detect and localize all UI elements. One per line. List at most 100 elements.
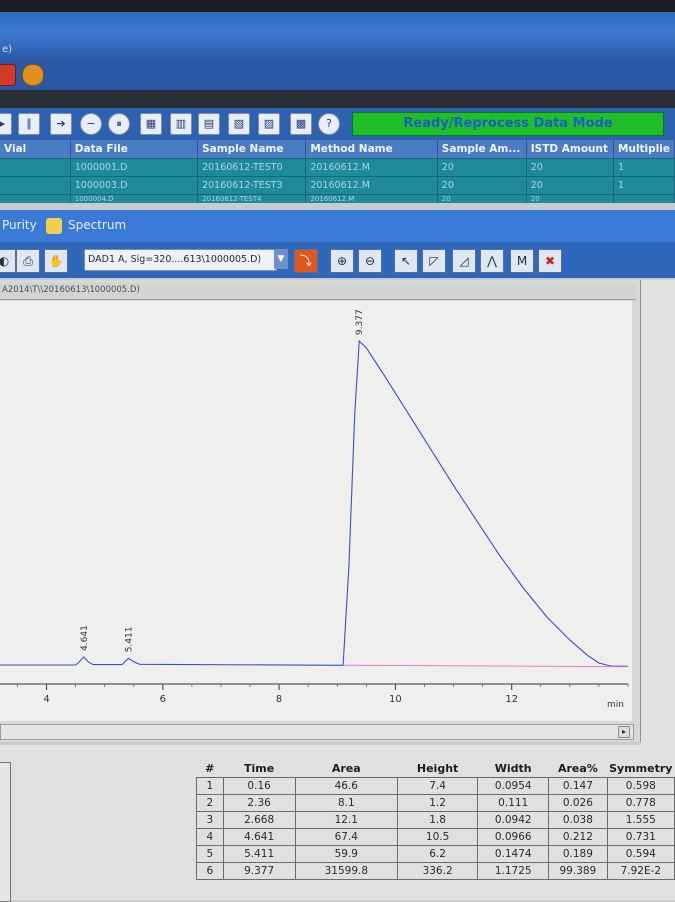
cell[interactable]: 20 bbox=[526, 194, 615, 203]
table-row[interactable]: 1 0.16 46.6 7.4 0.0954 0.147 0.598 bbox=[196, 777, 675, 795]
col-height: Height bbox=[397, 760, 478, 778]
cell[interactable]: 20 bbox=[437, 194, 527, 203]
cell[interactable]: 20 bbox=[526, 176, 615, 195]
help-icon[interactable]: ? bbox=[318, 113, 340, 135]
cell[interactable]: 1000001.D bbox=[70, 158, 199, 177]
col-area-percent: Area% bbox=[548, 760, 608, 778]
report-icon[interactable]: ▧ bbox=[228, 113, 250, 135]
method-icon[interactable]: ▤ bbox=[198, 113, 220, 135]
manual-peak-icon[interactable]: ⋀ bbox=[480, 249, 504, 273]
col-vial[interactable]: Vial bbox=[0, 140, 71, 159]
table-row[interactable]: 4 4.641 67.4 10.5 0.0966 0.212 0.731 bbox=[196, 828, 675, 846]
cell[interactable] bbox=[0, 158, 71, 177]
table-row[interactable]: 2 2.36 8.1 1.2 0.111 0.026 0.778 bbox=[196, 794, 675, 812]
cell[interactable]: 20160612-TEST0 bbox=[197, 158, 307, 177]
col-sample-amount[interactable]: Sample Am... bbox=[437, 140, 527, 159]
col-number: # bbox=[196, 760, 224, 778]
cell[interactable]: 1000003.D bbox=[70, 176, 199, 195]
tab-purity[interactable]: Purity bbox=[2, 218, 37, 232]
cell[interactable]: 20160612.M bbox=[305, 158, 438, 177]
cell: 67.4 bbox=[294, 828, 398, 846]
cell: 1.8 bbox=[396, 811, 479, 829]
zoom-out-icon[interactable]: ⊖ bbox=[358, 249, 382, 273]
col-multiplier[interactable]: Multiplie bbox=[613, 140, 675, 159]
table-row[interactable]: 1000001.D 20160612-TEST0 20160612.M 20 2… bbox=[0, 158, 675, 177]
status-banner: Ready/Reprocess Data Mode bbox=[352, 112, 664, 136]
sequence-table: Vial Data File Sample Name Method Name S… bbox=[0, 140, 675, 203]
print-icon[interactable]: ▨ bbox=[258, 113, 280, 135]
cell[interactable]: 1 bbox=[613, 158, 675, 177]
cell[interactable]: 20 bbox=[437, 176, 527, 195]
chromatogram-chart[interactable]: 4 6 8 10 12 min 4.641 5.411 9.377 bbox=[0, 301, 632, 721]
cursor-icon[interactable]: ↖ bbox=[394, 249, 418, 273]
table-icon[interactable] bbox=[0, 64, 16, 86]
x-axis-label: min bbox=[607, 700, 624, 710]
cell[interactable]: 20160612-TEST4 bbox=[197, 194, 307, 203]
integrate-icon[interactable]: ⤵ bbox=[294, 249, 318, 273]
cell: 99.389 bbox=[548, 862, 608, 880]
cell[interactable]: 20160612.M bbox=[305, 194, 438, 203]
tab-spectrum[interactable]: Spectrum bbox=[68, 218, 126, 232]
zoom-out-icon[interactable]: ◐ bbox=[0, 249, 16, 273]
cell[interactable]: 1000004.D bbox=[70, 194, 199, 203]
layout-icon[interactable]: ▩ bbox=[290, 113, 312, 135]
cell[interactable] bbox=[0, 194, 71, 203]
x-tick-label: 6 bbox=[160, 694, 166, 705]
stop-icon[interactable]: − bbox=[80, 113, 102, 135]
cell: 0.1474 bbox=[477, 845, 550, 863]
cell: 0.778 bbox=[606, 794, 675, 812]
x-tick-label: 4 bbox=[43, 694, 49, 705]
delete-peak-icon[interactable]: ✖ bbox=[538, 249, 562, 273]
cell: 0.731 bbox=[606, 828, 675, 846]
col-istd-amount[interactable]: ISTD Amount bbox=[526, 140, 615, 159]
hand-icon[interactable]: ✋ bbox=[44, 249, 68, 273]
draw-baseline-icon[interactable]: ◸ bbox=[422, 249, 446, 273]
cell: 6.2 bbox=[396, 845, 479, 863]
col-sample-name[interactable]: Sample Name bbox=[197, 140, 307, 159]
cell[interactable] bbox=[613, 194, 675, 203]
cell: 0.147 bbox=[548, 777, 608, 795]
split-peak-icon[interactable]: ◿ bbox=[452, 249, 476, 273]
x-tick-label: 10 bbox=[389, 694, 402, 705]
cell: 5.411 bbox=[222, 845, 296, 863]
power-icon[interactable] bbox=[22, 64, 44, 86]
cell[interactable]: 20 bbox=[526, 158, 615, 177]
col-method-name[interactable]: Method Name bbox=[305, 140, 438, 159]
separator-strip bbox=[0, 90, 675, 108]
col-width: Width bbox=[477, 760, 549, 778]
cell: 9.377 bbox=[222, 862, 296, 880]
table-row[interactable]: 5 5.411 59.9 6.2 0.1474 0.189 0.594 bbox=[196, 845, 675, 863]
col-time: Time bbox=[223, 760, 296, 778]
cell: 10.5 bbox=[396, 828, 479, 846]
chevron-down-icon[interactable]: ▼ bbox=[274, 249, 288, 269]
table-row[interactable]: 1000003.D 20160612-TEST3 20160612.M 20 2… bbox=[0, 176, 675, 195]
instrument-icon[interactable]: ▥ bbox=[170, 113, 192, 135]
table-row[interactable]: 3 2.668 12.1 1.8 0.0942 0.038 1.555 bbox=[196, 811, 675, 829]
cell[interactable] bbox=[0, 176, 71, 195]
arrow-icon[interactable]: ➔ bbox=[50, 113, 72, 135]
col-data-file[interactable]: Data File bbox=[70, 140, 199, 159]
print-icon[interactable]: ⎙ bbox=[16, 249, 40, 273]
scroll-right-icon[interactable]: ▸ bbox=[618, 726, 630, 738]
cell: 1.555 bbox=[606, 811, 675, 829]
cell[interactable]: 20160612.M bbox=[305, 176, 438, 195]
signal-select[interactable]: DAD1 A, Sig=320....613\1000005.D) bbox=[84, 249, 277, 271]
horizontal-scrollbar[interactable] bbox=[0, 724, 634, 740]
cell[interactable]: 20160612-TEST3 bbox=[197, 176, 307, 195]
cell: 0.212 bbox=[548, 828, 608, 846]
cell: 0.594 bbox=[606, 845, 675, 863]
table-row[interactable]: 6 9.377 31599.8 336.2 1.1725 99.389 7.92E-2 bbox=[196, 862, 675, 880]
cell: 59.9 bbox=[294, 845, 398, 863]
cell: 0.026 bbox=[548, 794, 608, 812]
zoom-in-icon[interactable]: ⊕ bbox=[330, 249, 354, 273]
table-row[interactable]: 1000004.D 20160612-TEST4 20160612.M 20 2… bbox=[0, 194, 675, 203]
play-icon[interactable]: ▶ bbox=[0, 113, 12, 135]
sequence-table-icon[interactable]: ▦ bbox=[140, 113, 162, 135]
cell: 1 bbox=[196, 777, 224, 795]
cell[interactable]: 1 bbox=[613, 176, 675, 195]
cell: 336.2 bbox=[396, 862, 479, 880]
pause-icon[interactable]: ∥ bbox=[18, 113, 40, 135]
cell[interactable]: 20 bbox=[437, 158, 527, 177]
pause-circle-icon[interactable]: ⏸ bbox=[108, 113, 130, 135]
negative-peak-icon[interactable]: M bbox=[510, 249, 534, 273]
